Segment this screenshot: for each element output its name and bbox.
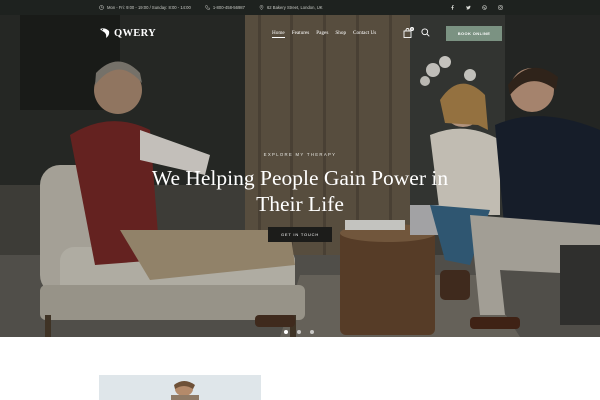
instagram-icon[interactable] <box>498 5 503 10</box>
contact-info: Mon - Fri: 9:00 - 19:00 / Sunday: 8:00 -… <box>99 0 323 15</box>
get-in-touch-button[interactable]: GET IN TOUCH <box>268 227 332 242</box>
nav-item-contact-us[interactable]: Contact Us <box>353 30 376 36</box>
book-online-button[interactable]: BOOK ONLINE <box>446 26 502 41</box>
phone-icon <box>205 5 210 10</box>
top-info-bar: Mon - Fri: 9:00 - 19:00 / Sunday: 8:00 -… <box>0 0 600 15</box>
slider-dot-3[interactable] <box>310 330 314 334</box>
dribbble-icon[interactable] <box>482 5 487 10</box>
twitter-icon[interactable] <box>466 5 471 10</box>
nav-item-shop[interactable]: Shop <box>335 30 346 36</box>
phone-info[interactable]: 1-800-458-56987 <box>205 5 245 10</box>
search-icon <box>421 28 430 37</box>
logo-bird-icon <box>99 26 111 40</box>
cart-button[interactable]: 0 <box>403 27 414 38</box>
main-menu: Home Features Pages Shop Contact Us <box>272 30 376 38</box>
hero-slider: EXPLORE MY THERAPY We Helping People Gai… <box>0 15 600 337</box>
nav-item-home[interactable]: Home <box>272 30 285 38</box>
nav-item-features[interactable]: Features <box>292 30 310 36</box>
slider-dot-2[interactable] <box>297 330 301 334</box>
clock-icon <box>99 5 104 10</box>
hero-kicker: EXPLORE MY THERAPY <box>263 152 337 157</box>
about-section <box>0 337 600 400</box>
slider-dot-1[interactable] <box>284 330 288 334</box>
hours-info: Mon - Fri: 9:00 - 19:00 / Sunday: 8:00 -… <box>99 5 191 10</box>
location-pin-icon <box>259 5 264 10</box>
search-button[interactable] <box>421 28 431 38</box>
slider-dots <box>284 330 314 334</box>
hero-headline: We Helping People Gain Power in Their Li… <box>151 166 449 216</box>
site-logo[interactable]: QWERY <box>99 26 156 40</box>
main-navigation: QWERY Home Features Pages Shop Contact U… <box>0 15 600 53</box>
social-links <box>450 0 503 15</box>
nav-item-pages[interactable]: Pages <box>316 30 328 36</box>
facebook-icon[interactable] <box>450 5 455 10</box>
logo-text: QWERY <box>114 27 156 39</box>
phone-text: 1-800-458-56987 <box>212 5 245 10</box>
address-text: 62 Bakery Street, London, UK <box>266 5 323 10</box>
hours-text: Mon - Fri: 9:00 - 19:00 / Sunday: 8:00 -… <box>107 5 191 10</box>
cart-count-badge: 0 <box>410 27 414 31</box>
address-info: 62 Bakery Street, London, UK <box>259 5 323 10</box>
about-image <box>99 375 261 400</box>
